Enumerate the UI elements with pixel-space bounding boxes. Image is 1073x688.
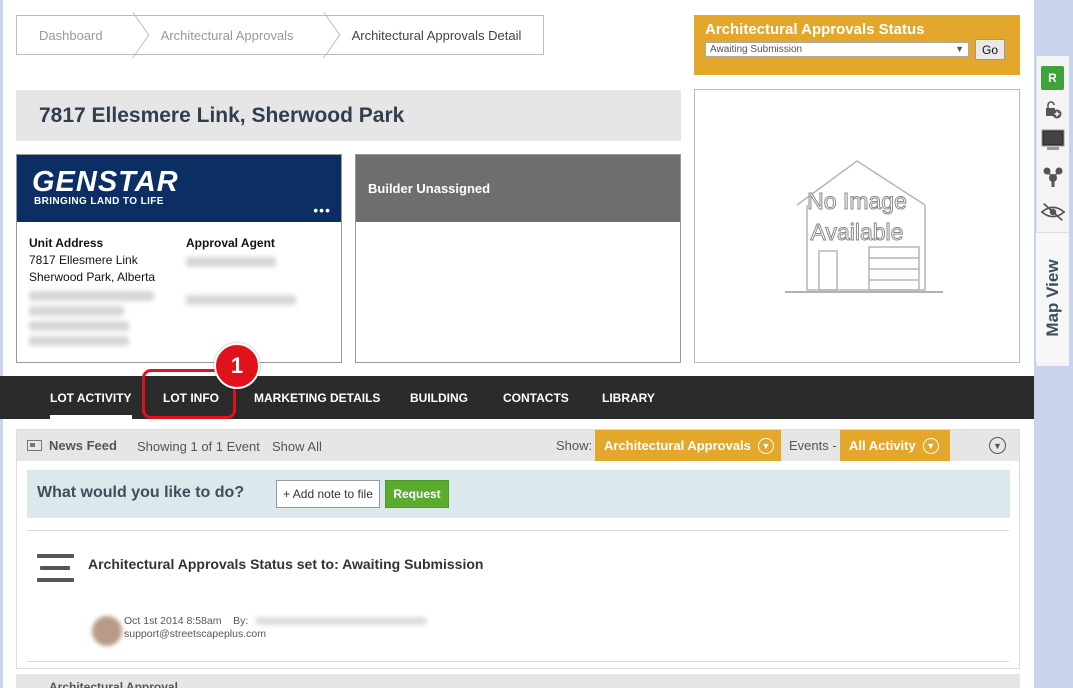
unit-address-label: Unit Address bbox=[29, 236, 104, 250]
tab-lot-activity[interactable]: LOT ACTIVITY bbox=[50, 376, 132, 419]
redacted-text bbox=[29, 321, 129, 331]
redacted-text bbox=[186, 295, 296, 305]
events-filter-value: All Activity bbox=[849, 438, 916, 453]
hide-eye-icon[interactable] bbox=[1040, 200, 1066, 224]
no-image-line2: Available bbox=[811, 219, 904, 245]
news-feed-title: News Feed bbox=[27, 438, 117, 453]
chevron-down-icon: ▼ bbox=[922, 437, 939, 454]
address-header: 7817 Ellesmere Link, Sherwood Park bbox=[16, 90, 681, 141]
news-feed-label: News Feed bbox=[49, 438, 117, 453]
activity-title: Architectural Approvals Status set to: A… bbox=[88, 556, 484, 572]
action-bar: What would you like to do? + Add note to… bbox=[27, 470, 1010, 518]
tab-marketing-details[interactable]: MARKETING DETAILS bbox=[254, 376, 380, 419]
redacted-text bbox=[29, 336, 129, 346]
news-feed: News Feed Showing 1 of 1 Event Show All … bbox=[16, 429, 1020, 669]
show-label: Show: bbox=[556, 438, 593, 453]
approval-agent: Approval Agent bbox=[186, 235, 336, 310]
lock-add-icon[interactable] bbox=[1040, 98, 1066, 122]
redacted-text bbox=[256, 617, 427, 626]
action-prompt: What would you like to do? bbox=[37, 484, 245, 501]
unit-address-line1: 7817 Ellesmere Link bbox=[29, 253, 138, 267]
breadcrumb-architectural-approvals[interactable]: Architectural Approvals bbox=[139, 16, 316, 54]
builder-logo-banner: GENSTAR BRINGING LAND TO LIFE ••• bbox=[17, 155, 341, 222]
redacted-text bbox=[186, 257, 276, 267]
events-label: Events - bbox=[789, 438, 837, 453]
status-title: Architectural Approvals Status bbox=[705, 21, 925, 38]
filter-dropdown[interactable]: Architectural Approvals ▼ bbox=[595, 430, 781, 461]
monitor-icon[interactable] bbox=[1040, 128, 1066, 152]
go-button[interactable]: Go bbox=[975, 39, 1005, 60]
r-button[interactable]: R bbox=[1041, 66, 1064, 90]
event-count: Showing 1 of 1 Event bbox=[137, 439, 260, 454]
no-image-line1: No Image bbox=[807, 188, 907, 214]
unit-address-line2: Sherwood Park, Alberta bbox=[29, 270, 156, 284]
newspaper-icon bbox=[27, 440, 42, 451]
status-panel: Architectural Approvals Status Awaiting … bbox=[694, 15, 1020, 75]
genstar-logo: GENSTAR bbox=[32, 166, 179, 198]
builder-unassigned-label: Builder Unassigned bbox=[356, 155, 680, 222]
tab-library[interactable]: LIBRARY bbox=[602, 376, 655, 419]
breadcrumb-separator bbox=[316, 16, 330, 54]
approval-agent-label: Approval Agent bbox=[186, 236, 275, 250]
events-dropdown[interactable]: All Activity ▼ bbox=[840, 430, 950, 461]
menu-lines-icon bbox=[37, 554, 74, 590]
builder-status-card: Builder Unassigned bbox=[355, 154, 681, 363]
breadcrumb: Dashboard Architectural Approvals Archit… bbox=[16, 15, 545, 55]
divider bbox=[27, 530, 1009, 531]
map-view-toggle[interactable]: Map View bbox=[1036, 232, 1069, 362]
step-badge: 1 bbox=[214, 343, 260, 389]
breadcrumb-separator bbox=[125, 16, 139, 54]
status-select-value: Awaiting Submission bbox=[710, 44, 803, 55]
builder-card: GENSTAR BRINGING LAND TO LIFE ••• Unit A… bbox=[16, 154, 342, 363]
dropdown-arrow-icon: ▼ bbox=[955, 44, 964, 54]
activity-meta: Oct 1st 2014 8:58am By: support@streetsc… bbox=[124, 615, 427, 641]
tab-contacts[interactable]: CONTACTS bbox=[503, 376, 569, 419]
network-icon[interactable] bbox=[1040, 165, 1066, 189]
map-view-label: Map View bbox=[1042, 258, 1062, 337]
news-feed-header: News Feed Showing 1 of 1 Event Show All … bbox=[17, 430, 1019, 461]
genstar-tagline: BRINGING LAND TO LIFE bbox=[34, 196, 164, 207]
show-all-link[interactable]: Show All bbox=[272, 439, 322, 454]
window-frame bbox=[0, 0, 3, 688]
avatar bbox=[92, 616, 122, 646]
breadcrumb-current: Architectural Approvals Detail bbox=[351, 27, 522, 43]
lot-image: No Image Available bbox=[694, 89, 1020, 363]
activity-date: Oct 1st 2014 8:58am bbox=[124, 615, 222, 627]
page-title: 7817 Ellesmere Link, Sherwood Park bbox=[39, 103, 405, 127]
status-select[interactable]: Awaiting Submission ▼ bbox=[705, 42, 969, 57]
activity-email: support@streetscapeplus.com bbox=[124, 628, 266, 640]
house-placeholder-icon: No Image Available bbox=[785, 160, 943, 293]
page: Dashboard Architectural Approvals Archit… bbox=[0, 0, 1073, 688]
filter-value: Architectural Approvals bbox=[604, 438, 751, 453]
redacted-text bbox=[29, 306, 124, 316]
divider bbox=[27, 661, 1009, 662]
unit-address: Unit Address 7817 Ellesmere Link Sherwoo… bbox=[29, 235, 179, 351]
next-section-header[interactable]: Architectural Approval bbox=[16, 674, 1020, 688]
request-button[interactable]: Request bbox=[385, 480, 449, 508]
tab-building[interactable]: BUILDING bbox=[410, 376, 468, 419]
more-options-icon[interactable]: ••• bbox=[313, 202, 331, 218]
breadcrumb-dashboard[interactable]: Dashboard bbox=[17, 16, 125, 54]
redacted-text bbox=[29, 291, 154, 301]
activity-by-label: By: bbox=[233, 615, 249, 627]
chevron-down-icon: ▼ bbox=[757, 437, 774, 454]
collapse-icon[interactable]: ▼ bbox=[989, 437, 1006, 454]
add-note-button[interactable]: + Add note to file bbox=[276, 480, 380, 508]
